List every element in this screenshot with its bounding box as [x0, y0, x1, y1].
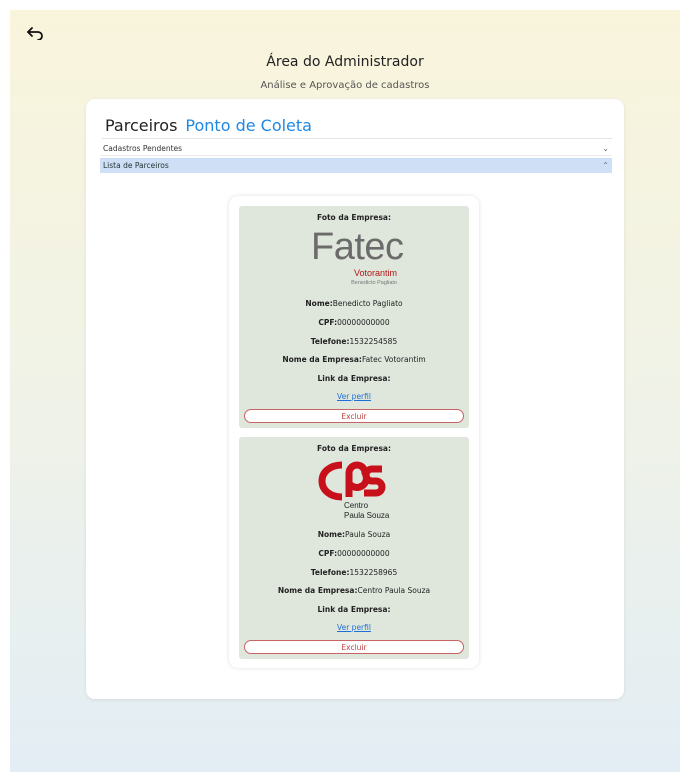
delete-button[interactable]: Excluir — [244, 640, 464, 654]
page-title: Área do Administrador — [266, 54, 424, 70]
chevron-up-icon: ⌃ — [602, 161, 609, 170]
back-button[interactable] — [24, 22, 46, 44]
fatec-logo-text: Fatec — [311, 226, 404, 268]
page-subtitle: Análise e Aprovação de cadastros — [260, 80, 430, 91]
delete-button[interactable]: Excluir — [244, 409, 464, 423]
cps-logo-sub: Paula Souza — [344, 511, 390, 520]
tab-bar: Parceiros Ponto de Coleta — [105, 116, 312, 135]
company-link-label: Link da Empresa: — [317, 374, 391, 383]
back-arrow-icon — [27, 27, 43, 40]
name-field: Nome:Paula Souza — [317, 530, 391, 539]
photo-label: Foto da Empresa: — [317, 213, 391, 222]
cpf-field: CPF:00000000000 — [318, 549, 390, 558]
partner-card: Foto da Empresa: Fatec Votorantim Benedi… — [239, 206, 469, 428]
cps-logo: Centro Paula Souza — [318, 457, 390, 527]
view-profile-link[interactable]: Ver perfil — [239, 392, 469, 401]
fatec-logo-sub2: Benedicto Pagliato — [351, 280, 397, 286]
phone-field: Telefone:1532258965 — [310, 568, 398, 577]
accordion-list-label: Lista de Parceiros — [103, 161, 169, 170]
chevron-down-icon: ⌄ — [602, 143, 609, 153]
cps-logo-text: Centro — [344, 501, 369, 510]
photo-label: Foto da Empresa: — [317, 444, 391, 453]
company-field: Nome da Empresa:Centro Paula Souza — [277, 586, 431, 595]
tab-ponto-de-coleta[interactable]: Ponto de Coleta — [185, 116, 312, 135]
accordion-pending-label: Cadastros Pendentes — [103, 143, 183, 153]
view-profile-link[interactable]: Ver perfil — [239, 623, 469, 632]
tab-parceiros[interactable]: Parceiros — [105, 116, 177, 135]
partner-card: Foto da Empresa: Centro Paula Souza Nome… — [239, 437, 469, 659]
page-header: Área do Administrador Análise e Aprovaçã… — [10, 54, 680, 91]
fatec-logo-sub: Votorantim — [353, 268, 397, 278]
cpf-field: CPF:00000000000 — [318, 318, 390, 327]
admin-card: Parceiros Ponto de Coleta Cadastros Pend… — [86, 99, 624, 699]
company-field: Nome da Empresa:Fatec Votorantim — [282, 355, 426, 364]
company-link-label: Link da Empresa: — [317, 605, 391, 614]
accordion-partner-list[interactable]: Lista de Parceiros ⌃ — [100, 158, 612, 173]
partner-list: Foto da Empresa: Fatec Votorantim Benedi… — [229, 196, 479, 668]
name-field: Nome:Benedicto Pagliato — [305, 299, 403, 308]
phone-field: Telefone:1532254585 — [310, 337, 398, 346]
accordion-pending[interactable]: Cadastros Pendentes ⌄ — [100, 141, 612, 156]
tabs-divider — [102, 138, 612, 139]
page-background: Área do Administrador Análise e Aprovaçã… — [10, 10, 680, 772]
fatec-logo: Fatec Votorantim Benedicto Pagliato — [311, 226, 404, 290]
